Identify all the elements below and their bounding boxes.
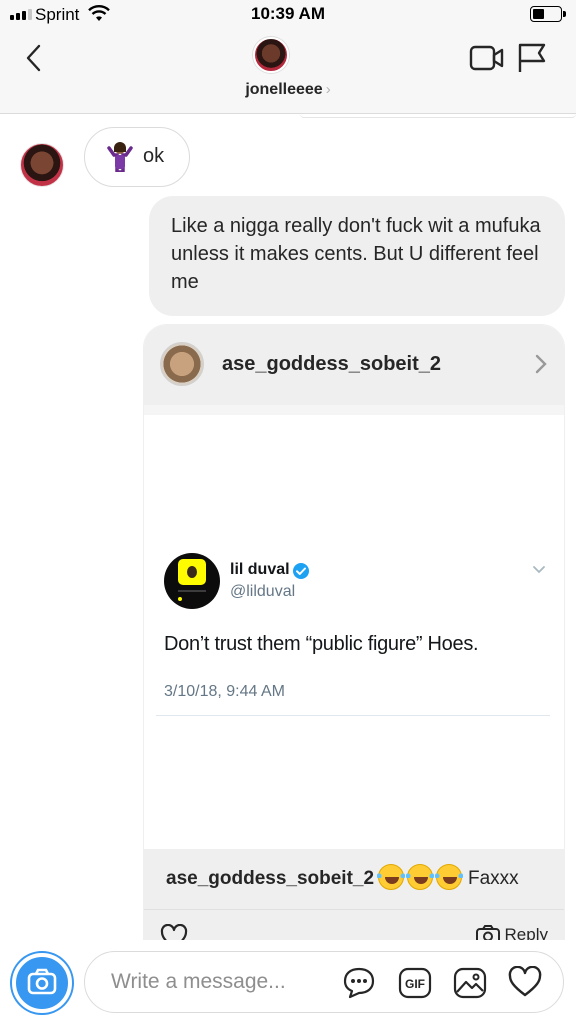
tweet-text: Don’t trust them “public figure” Hoes. [164, 633, 479, 655]
laughing-tears-icon [377, 864, 405, 890]
contact-username: jonelleeee [245, 81, 323, 98]
caption-text: Faxxx [468, 868, 519, 889]
incoming-message-text: ok [143, 145, 165, 167]
gallery-icon[interactable] [453, 966, 487, 1005]
previous-message-edge [300, 114, 576, 118]
camera-icon [27, 968, 57, 995]
shared-post-username: ase_goddess_sobeit_2 [222, 353, 441, 375]
tweet-divider [156, 715, 550, 716]
verified-badge-icon [293, 563, 309, 579]
shared-post-header[interactable]: ase_goddess_sobeit_2 [144, 325, 564, 405]
laughing-tears-icon [435, 864, 463, 890]
tweet-author-name: lil duval [230, 561, 290, 578]
svg-text:GIF: GIF [405, 977, 425, 991]
chat-bubble-icon[interactable] [342, 966, 376, 1005]
incoming-message-bubble[interactable]: ok [84, 127, 190, 187]
back-arrow-icon [26, 44, 41, 72]
conversation-header: jonelleeee › [0, 30, 576, 114]
message-input[interactable] [111, 966, 331, 998]
chevron-right-icon [535, 354, 547, 374]
video-call-icon [469, 45, 504, 71]
shared-post-card[interactable]: ase_goddess_sobeit_2 lil duval @lilduval… [143, 324, 565, 964]
camera-button[interactable] [12, 953, 72, 1013]
shared-post-image[interactable]: lil duval @lilduval Don’t trust them “pu… [144, 405, 564, 849]
chevron-down-icon [533, 566, 545, 574]
sender-avatar[interactable] [20, 143, 64, 187]
status-time: 10:39 AM [250, 4, 325, 23]
report-flag-button[interactable] [516, 42, 548, 79]
heart-icon[interactable] [508, 965, 542, 1003]
laughing-tears-icon [406, 864, 434, 890]
tweet-timestamp: 3/10/18, 9:44 AM [164, 683, 285, 700]
caption-emojis [377, 864, 463, 890]
gif-icon[interactable]: GIF [398, 966, 432, 1005]
chevron-right-icon: › [325, 81, 331, 98]
person-shrugging-icon [107, 142, 133, 172]
contact-username-link[interactable]: jonelleeee › [0, 81, 576, 99]
back-button[interactable] [22, 42, 50, 74]
tweet-author-handle: @lilduval [230, 583, 296, 600]
status-bar: Sprint 10:39 AM [0, 0, 576, 30]
shared-post-author-avatar [160, 342, 204, 386]
shared-post-caption: ase_goddess_sobeit_2 Faxxx [144, 849, 564, 909]
tweet-author-avatar [164, 553, 220, 609]
video-call-button[interactable] [469, 44, 505, 77]
outgoing-message-text: Like a nigga really don't fuck wit a muf… [171, 215, 541, 293]
outgoing-message-bubble[interactable]: Like a nigga really don't fuck wit a muf… [149, 196, 565, 316]
contact-avatar[interactable] [253, 37, 289, 73]
flag-icon [518, 43, 546, 72]
message-composer: GIF [84, 951, 564, 1013]
battery-icon [530, 6, 566, 22]
caption-username: ase_goddess_sobeit_2 [166, 868, 375, 889]
